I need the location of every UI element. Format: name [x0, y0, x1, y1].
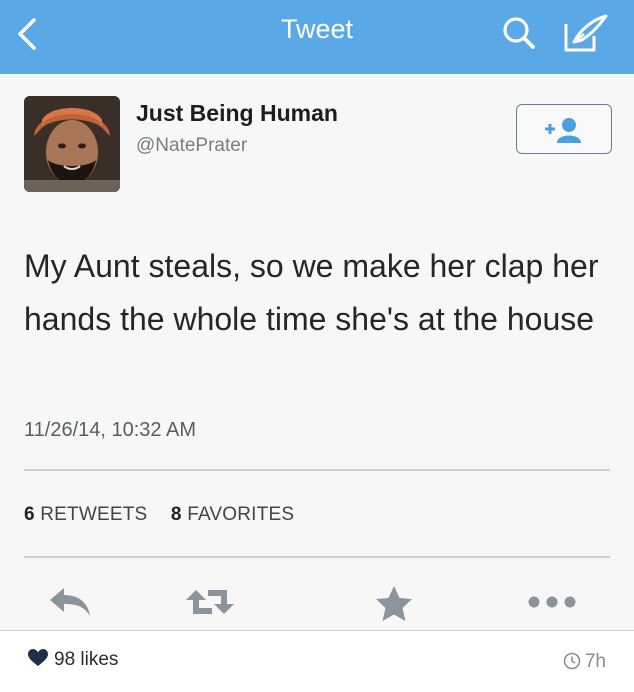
- compose-icon: [564, 14, 608, 52]
- divider: [24, 556, 610, 558]
- avatar[interactable]: [24, 96, 120, 192]
- tweet-stats: 6 RETWEETS 8 FAVORITES: [24, 504, 294, 526]
- post-footer: 98 likes 7h: [0, 630, 634, 692]
- clock-icon: [563, 652, 581, 676]
- more-icon: [528, 596, 576, 608]
- follow-button[interactable]: [516, 104, 612, 154]
- likes-count[interactable]: 98 likes: [28, 649, 118, 673]
- favorite-star-icon: [376, 586, 412, 621]
- retweet-button[interactable]: [182, 584, 238, 625]
- favorites-count[interactable]: 8: [171, 504, 182, 525]
- search-button[interactable]: [500, 14, 540, 54]
- age-text: 7h: [584, 651, 606, 672]
- user-name[interactable]: Just Being Human: [136, 100, 338, 127]
- heart-icon: [28, 649, 48, 673]
- tweet-timestamp: 11/26/14, 10:32 AM: [24, 419, 196, 441]
- likes-text: 98 likes: [54, 649, 119, 670]
- retweets-label[interactable]: RETWEETS: [40, 504, 147, 525]
- more-button[interactable]: [524, 592, 580, 617]
- retweet-icon: [186, 590, 234, 614]
- add-user-icon: [545, 118, 581, 143]
- post-age: 7h: [563, 651, 606, 676]
- search-icon: [503, 17, 535, 49]
- favorites-label[interactable]: FAVORITES: [187, 504, 294, 525]
- compose-button[interactable]: [560, 12, 610, 56]
- reply-button[interactable]: [46, 584, 96, 625]
- tweet-card: Just Being Human @NatePrater My Aunt ste…: [0, 74, 634, 630]
- tweet-actions: [0, 576, 634, 626]
- retweets-count[interactable]: 6: [24, 504, 35, 525]
- user-handle[interactable]: @NatePrater: [136, 135, 247, 157]
- tweet-text: My Aunt steals, so we make her clap her …: [24, 248, 599, 337]
- user-avatar-icon: [24, 96, 120, 192]
- favorite-button[interactable]: [372, 584, 416, 629]
- divider: [24, 469, 610, 471]
- reply-icon: [50, 588, 90, 616]
- top-nav-bar: Tweet: [0, 0, 634, 74]
